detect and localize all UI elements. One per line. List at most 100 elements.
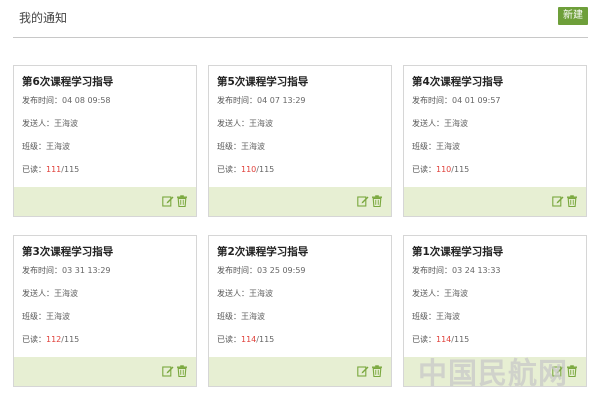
class-label: 班级： — [22, 142, 46, 151]
class-value: 王海波 — [46, 312, 70, 321]
read-total: /115 — [451, 335, 470, 344]
read-row: 已读：110/115 — [217, 165, 382, 175]
publish-time-value: 04 07 13:29 — [257, 96, 306, 105]
sender-value: 王海波 — [54, 119, 78, 128]
sender-value: 王海波 — [444, 119, 468, 128]
edit-icon[interactable] — [552, 195, 564, 207]
notice-card: 第3次课程学习指导 发布时间：03 31 13:29 发送人：王海波 班级：王海… — [13, 235, 197, 387]
publish-time-row: 发布时间：04 07 13:29 — [217, 96, 382, 106]
class-label: 班级： — [217, 312, 241, 321]
watermark: 中国民航网 — [418, 356, 569, 390]
publish-time-row: 发布时间：03 31 13:29 — [22, 266, 187, 276]
read-count: 111 — [46, 165, 62, 174]
card-body: 第2次课程学习指导 发布时间：03 25 09:59 发送人：王海波 班级：王海… — [209, 236, 391, 359]
edit-icon[interactable] — [162, 195, 174, 207]
publish-time-value: 04 01 09:57 — [452, 96, 501, 105]
card-title[interactable]: 第5次课程学习指导 — [217, 75, 382, 89]
card-body: 第1次课程学习指导 发布时间：03 24 13:33 发送人：王海波 班级：王海… — [404, 236, 586, 359]
sender-row: 发送人：王海波 — [22, 289, 187, 299]
class-label: 班级： — [217, 142, 241, 151]
edit-icon[interactable] — [357, 365, 369, 377]
publish-time-value: 03 24 13:33 — [452, 266, 501, 275]
sender-value: 王海波 — [444, 289, 468, 298]
class-value: 王海波 — [241, 312, 265, 321]
card-body: 第5次课程学习指导 发布时间：04 07 13:29 发送人：王海波 班级：王海… — [209, 66, 391, 189]
read-label: 已读： — [217, 165, 241, 174]
edit-icon[interactable] — [357, 195, 369, 207]
class-row: 班级：王海波 — [412, 312, 577, 322]
class-value: 王海波 — [46, 142, 70, 151]
trash-icon[interactable] — [176, 195, 188, 207]
read-label: 已读： — [412, 165, 436, 174]
sender-row: 发送人：王海波 — [22, 119, 187, 129]
card-title[interactable]: 第4次课程学习指导 — [412, 75, 577, 89]
trash-icon[interactable] — [176, 365, 188, 377]
read-count: 110 — [241, 165, 257, 174]
read-total: /115 — [256, 335, 275, 344]
read-label: 已读： — [22, 335, 46, 344]
notice-card: 第6次课程学习指导 发布时间：04 08 09:58 发送人：王海波 班级：王海… — [13, 65, 197, 217]
page-title: 我的通知 — [19, 11, 68, 25]
trash-icon[interactable] — [371, 365, 383, 377]
read-count: 114 — [241, 335, 257, 344]
card-title[interactable]: 第2次课程学习指导 — [217, 245, 382, 259]
card-footer — [209, 357, 391, 386]
sender-value: 王海波 — [249, 289, 273, 298]
class-row: 班级：王海波 — [412, 142, 577, 152]
sender-row: 发送人：王海波 — [217, 289, 382, 299]
card-footer — [404, 187, 586, 216]
sender-value: 王海波 — [54, 289, 78, 298]
sender-label: 发送人： — [217, 289, 249, 298]
sender-label: 发送人： — [22, 119, 54, 128]
card-title[interactable]: 第3次课程学习指导 — [22, 245, 187, 259]
read-count: 112 — [46, 335, 62, 344]
read-label: 已读： — [22, 165, 46, 174]
card-footer — [14, 357, 196, 386]
class-label: 班级： — [412, 142, 436, 151]
publish-time-row: 发布时间：03 24 13:33 — [412, 266, 577, 276]
sender-row: 发送人：王海波 — [412, 289, 577, 299]
publish-time-label: 发布时间： — [217, 266, 257, 275]
class-row: 班级：王海波 — [22, 312, 187, 322]
sender-row: 发送人：王海波 — [412, 119, 577, 129]
notice-card: 第2次课程学习指导 发布时间：03 25 09:59 发送人：王海波 班级：王海… — [208, 235, 392, 387]
sender-label: 发送人： — [412, 119, 444, 128]
header: 我的通知 新建 — [13, 0, 588, 38]
publish-time-label: 发布时间： — [22, 96, 62, 105]
read-total: /115 — [451, 165, 470, 174]
read-label: 已读： — [412, 335, 436, 344]
trash-icon[interactable] — [566, 195, 578, 207]
class-row: 班级：王海波 — [217, 312, 382, 322]
class-row: 班级：王海波 — [217, 142, 382, 152]
publish-time-value: 03 25 09:59 — [257, 266, 306, 275]
publish-time-value: 04 08 09:58 — [62, 96, 111, 105]
read-row: 已读：114/115 — [412, 335, 577, 345]
card-title[interactable]: 第1次课程学习指导 — [412, 245, 577, 259]
card-body: 第6次课程学习指导 发布时间：04 08 09:58 发送人：王海波 班级：王海… — [14, 66, 196, 189]
read-row: 已读：112/115 — [22, 335, 187, 345]
publish-time-value: 03 31 13:29 — [62, 266, 111, 275]
read-count: 110 — [436, 165, 452, 174]
read-row: 已读：110/115 — [412, 165, 577, 175]
card-footer — [14, 187, 196, 216]
trash-icon[interactable] — [371, 195, 383, 207]
card-body: 第3次课程学习指导 发布时间：03 31 13:29 发送人：王海波 班级：王海… — [14, 236, 196, 359]
class-row: 班级：王海波 — [22, 142, 187, 152]
read-label: 已读： — [217, 335, 241, 344]
card-title[interactable]: 第6次课程学习指导 — [22, 75, 187, 89]
class-value: 王海波 — [436, 312, 460, 321]
class-value: 王海波 — [241, 142, 265, 151]
publish-time-label: 发布时间： — [412, 96, 452, 105]
sender-row: 发送人：王海波 — [217, 119, 382, 129]
edit-icon[interactable] — [162, 365, 174, 377]
new-button[interactable]: 新建 — [558, 7, 588, 25]
read-count: 114 — [436, 335, 452, 344]
publish-time-label: 发布时间： — [22, 266, 62, 275]
card-body: 第4次课程学习指导 发布时间：04 01 09:57 发送人：王海波 班级：王海… — [404, 66, 586, 189]
class-label: 班级： — [412, 312, 436, 321]
read-total: /115 — [61, 335, 80, 344]
notice-card: 第4次课程学习指导 发布时间：04 01 09:57 发送人：王海波 班级：王海… — [403, 65, 587, 217]
read-total: /115 — [61, 165, 80, 174]
publish-time-row: 发布时间：03 25 09:59 — [217, 266, 382, 276]
publish-time-label: 发布时间： — [217, 96, 257, 105]
